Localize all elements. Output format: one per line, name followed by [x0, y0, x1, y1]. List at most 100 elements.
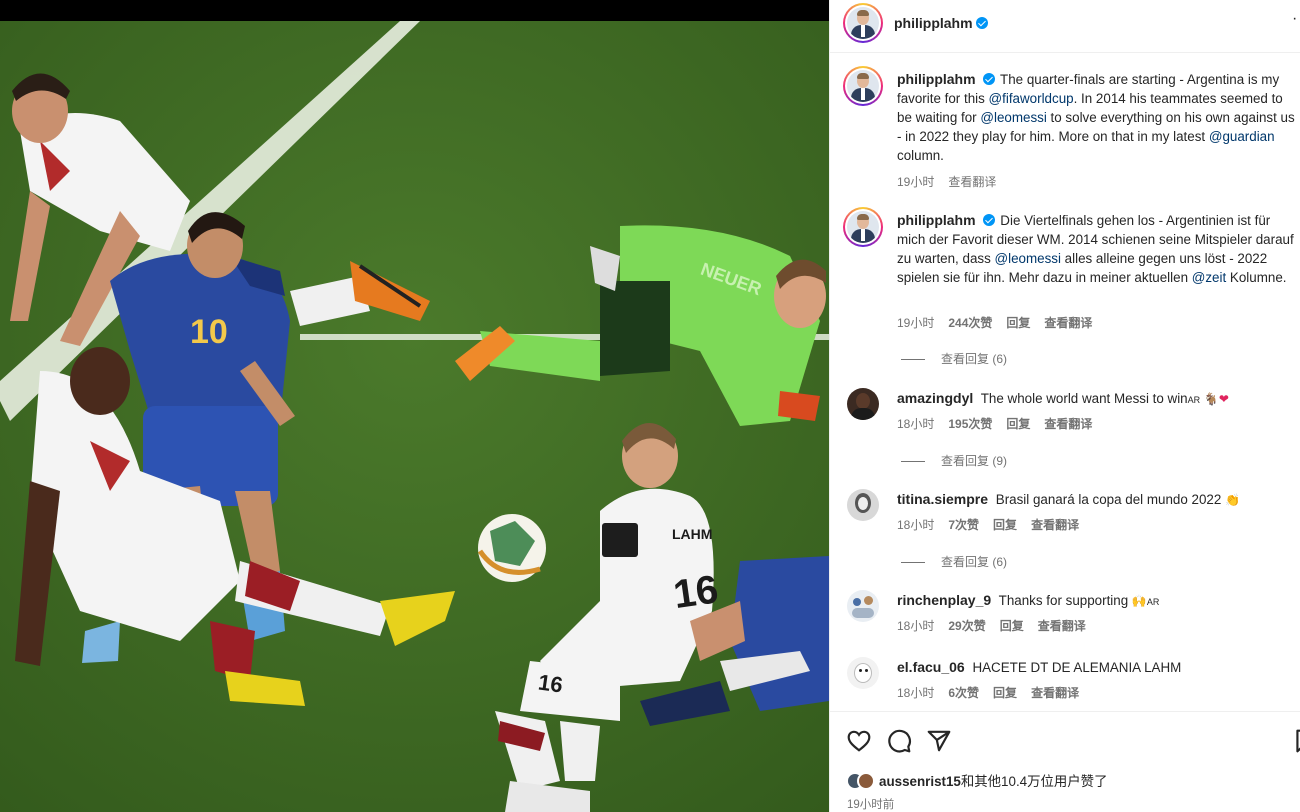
post-header: philipplahm ··· — [830, 0, 1300, 53]
commenter-avatar[interactable] — [847, 489, 879, 521]
comment-text: el.facu_06 HACETE DT DE ALEMANIA LAHM — [897, 658, 1300, 677]
football — [477, 514, 546, 582]
commenter-avatar[interactable] — [847, 590, 879, 622]
translate-button[interactable]: 查看翻译 — [1031, 518, 1079, 532]
view-replies-label[interactable]: 查看回复 (6) — [941, 352, 1007, 366]
mention-link[interactable]: @leomessi — [995, 251, 1061, 266]
comment-meta: 18小时 195次赞 回复 查看翻译 — [897, 415, 1106, 432]
comment-text: philipplahm The quarter-finals are start… — [897, 70, 1300, 165]
translate-button[interactable]: 查看翻译 — [1031, 686, 1079, 700]
reply-button[interactable]: 回复 — [1000, 619, 1024, 633]
verified-badge-icon — [982, 214, 995, 226]
post-actions: aussenrist15和其他10.4万位用户赞了 19小时前 — [830, 711, 1300, 812]
comment-meta: 18小时 29次赞 回复 查看翻译 — [897, 617, 1100, 634]
author-username[interactable]: philipplahm — [894, 15, 990, 31]
comment-body: Brasil ganará la copa del mundo 2022 — [995, 492, 1222, 507]
comment-username[interactable]: el.facu_06 — [897, 659, 965, 675]
comment-meta: 18小时 7次赞 回复 查看翻译 — [897, 516, 1093, 533]
caption-comment-en: philipplahm The quarter-finals are start… — [830, 63, 1300, 193]
translate-button[interactable]: 查看翻译 — [1044, 316, 1092, 330]
post-timestamp: 19小时前 — [847, 799, 895, 811]
reply-button[interactable]: 回复 — [1006, 417, 1030, 431]
comment-time: 18小时 — [897, 619, 935, 633]
comment-item: amazingdyl The whole world want Messi to… — [830, 386, 1300, 469]
author-username-text[interactable]: philipplahm — [894, 15, 973, 31]
comment-body: HACETE DT DE ALEMANIA LAHM — [972, 660, 1182, 675]
view-replies-label[interactable]: 查看回复 (6) — [941, 555, 1007, 569]
heart-icon[interactable] — [846, 728, 872, 754]
reply-button[interactable]: 回复 — [993, 686, 1017, 700]
lahm-jersey-name: LAHM — [672, 526, 712, 542]
view-replies-button[interactable]: 查看回复 (6) — [901, 553, 1007, 570]
post-details-panel: philipplahm ··· philipplahm The quarter-… — [829, 0, 1300, 812]
commenter-avatar[interactable] — [843, 207, 883, 247]
view-replies-label[interactable]: 查看回复 (9) — [941, 454, 1007, 468]
mention-link[interactable]: @zeit — [1192, 270, 1226, 285]
comment-meta: 18小时 6次赞 回复 查看翻译 — [897, 684, 1093, 701]
verified-badge-icon — [975, 17, 988, 29]
translate-button[interactable]: 查看翻译 — [948, 175, 996, 189]
comment-text: amazingdyl The whole world want Messi to… — [897, 389, 1300, 410]
comment-text: philipplahm Die Viertelfinals gehen los … — [897, 211, 1300, 287]
mention-link[interactable]: @guardian — [1209, 129, 1275, 144]
comment-likes[interactable]: 29次赞 — [948, 619, 985, 633]
view-replies-button[interactable]: 查看回复 (6) — [901, 350, 1007, 367]
reply-button[interactable]: 回复 — [993, 518, 1017, 532]
comment-body: The whole world want Messi to win — [980, 391, 1188, 406]
likes-count-text[interactable]: 和其他10.4万位用户赞了 — [961, 774, 1108, 789]
post-photo[interactable]: 10 NEUER 16 LAHM 16 — [0, 0, 829, 812]
more-options-icon[interactable]: ··· — [1292, 10, 1300, 28]
caption-comment-de: philipplahm Die Viertelfinals gehen los … — [830, 204, 1300, 367]
replies-divider — [901, 359, 925, 361]
author-avatar[interactable] — [843, 3, 883, 43]
football-scene: 10 NEUER 16 LAHM 16 — [0, 21, 829, 812]
likes-summary[interactable]: aussenrist15和其他10.4万位用户赞了 — [846, 770, 1107, 790]
comment-text: titina.siempre Brasil ganará la copa del… — [897, 490, 1300, 510]
comment-suffix: AR — [1146, 597, 1160, 607]
mention-link[interactable]: @leomessi — [980, 110, 1046, 125]
translate-button[interactable]: 查看翻译 — [1038, 619, 1086, 633]
likes-username[interactable]: aussenrist15 — [879, 774, 961, 789]
verified-badge-icon — [982, 73, 995, 85]
comment-likes[interactable]: 244次赞 — [948, 316, 992, 330]
commenter-avatar[interactable] — [847, 657, 879, 689]
comment-likes[interactable]: 7次赞 — [948, 518, 979, 532]
bookmark-icon[interactable] — [1292, 728, 1300, 754]
comment-time: 18小时 — [897, 686, 935, 700]
translate-button[interactable]: 查看翻译 — [1044, 417, 1092, 431]
mention-link[interactable]: @fifaworldcup — [989, 91, 1074, 106]
comment-text: rinchenplay_9 Thanks for supporting 🙌AR — [897, 591, 1300, 612]
comment-likes[interactable]: 195次赞 — [948, 417, 992, 431]
comment-time: 19小时 — [897, 316, 935, 330]
comment-body: Thanks for supporting — [998, 593, 1129, 608]
comment-item: rinchenplay_9 Thanks for supporting 🙌AR … — [830, 588, 1300, 638]
comment-username[interactable]: amazingdyl — [897, 390, 973, 406]
photo-top-bar — [0, 0, 829, 21]
comment-username[interactable]: philipplahm — [897, 71, 976, 87]
comment-time: 18小时 — [897, 518, 935, 532]
comment-item: el.facu_06 HACETE DT DE ALEMANIA LAHM 18… — [830, 655, 1300, 705]
reply-button[interactable]: 回复 — [1006, 316, 1030, 330]
comment-likes[interactable]: 6次赞 — [948, 686, 979, 700]
lahm-shorts-number: 16 — [537, 669, 565, 697]
messi-jersey-number: 10 — [190, 313, 228, 351]
view-replies-button[interactable]: 查看回复 (9) — [901, 452, 1007, 469]
comment-meta: 19小时 244次赞 回复 查看翻译 — [897, 314, 1106, 331]
commenter-avatar[interactable] — [843, 66, 883, 106]
comment-text-part: Kolumne. — [1226, 270, 1287, 285]
comment-time: 19小时 — [897, 175, 935, 189]
clapping-hand-emoji-icon: 👏 — [1225, 493, 1241, 507]
goat-emoji-icon: 🐐 — [1203, 392, 1219, 406]
comment-meta: 19小时 查看翻译 — [897, 173, 1010, 190]
comment-username[interactable]: titina.siempre — [897, 491, 988, 507]
comment-username[interactable]: rinchenplay_9 — [897, 592, 991, 608]
comment-item: titina.siempre Brasil ganará la copa del… — [830, 487, 1300, 570]
replies-divider — [901, 461, 925, 463]
share-icon[interactable] — [926, 728, 952, 754]
comment-username[interactable]: philipplahm — [897, 212, 976, 228]
liker-avatar — [857, 772, 875, 790]
commenter-avatar[interactable] — [847, 388, 879, 420]
comment-icon[interactable] — [886, 728, 912, 754]
raised-hands-emoji-icon: 🙌 — [1131, 594, 1147, 608]
lahm-jersey-number: 16 — [671, 567, 721, 617]
